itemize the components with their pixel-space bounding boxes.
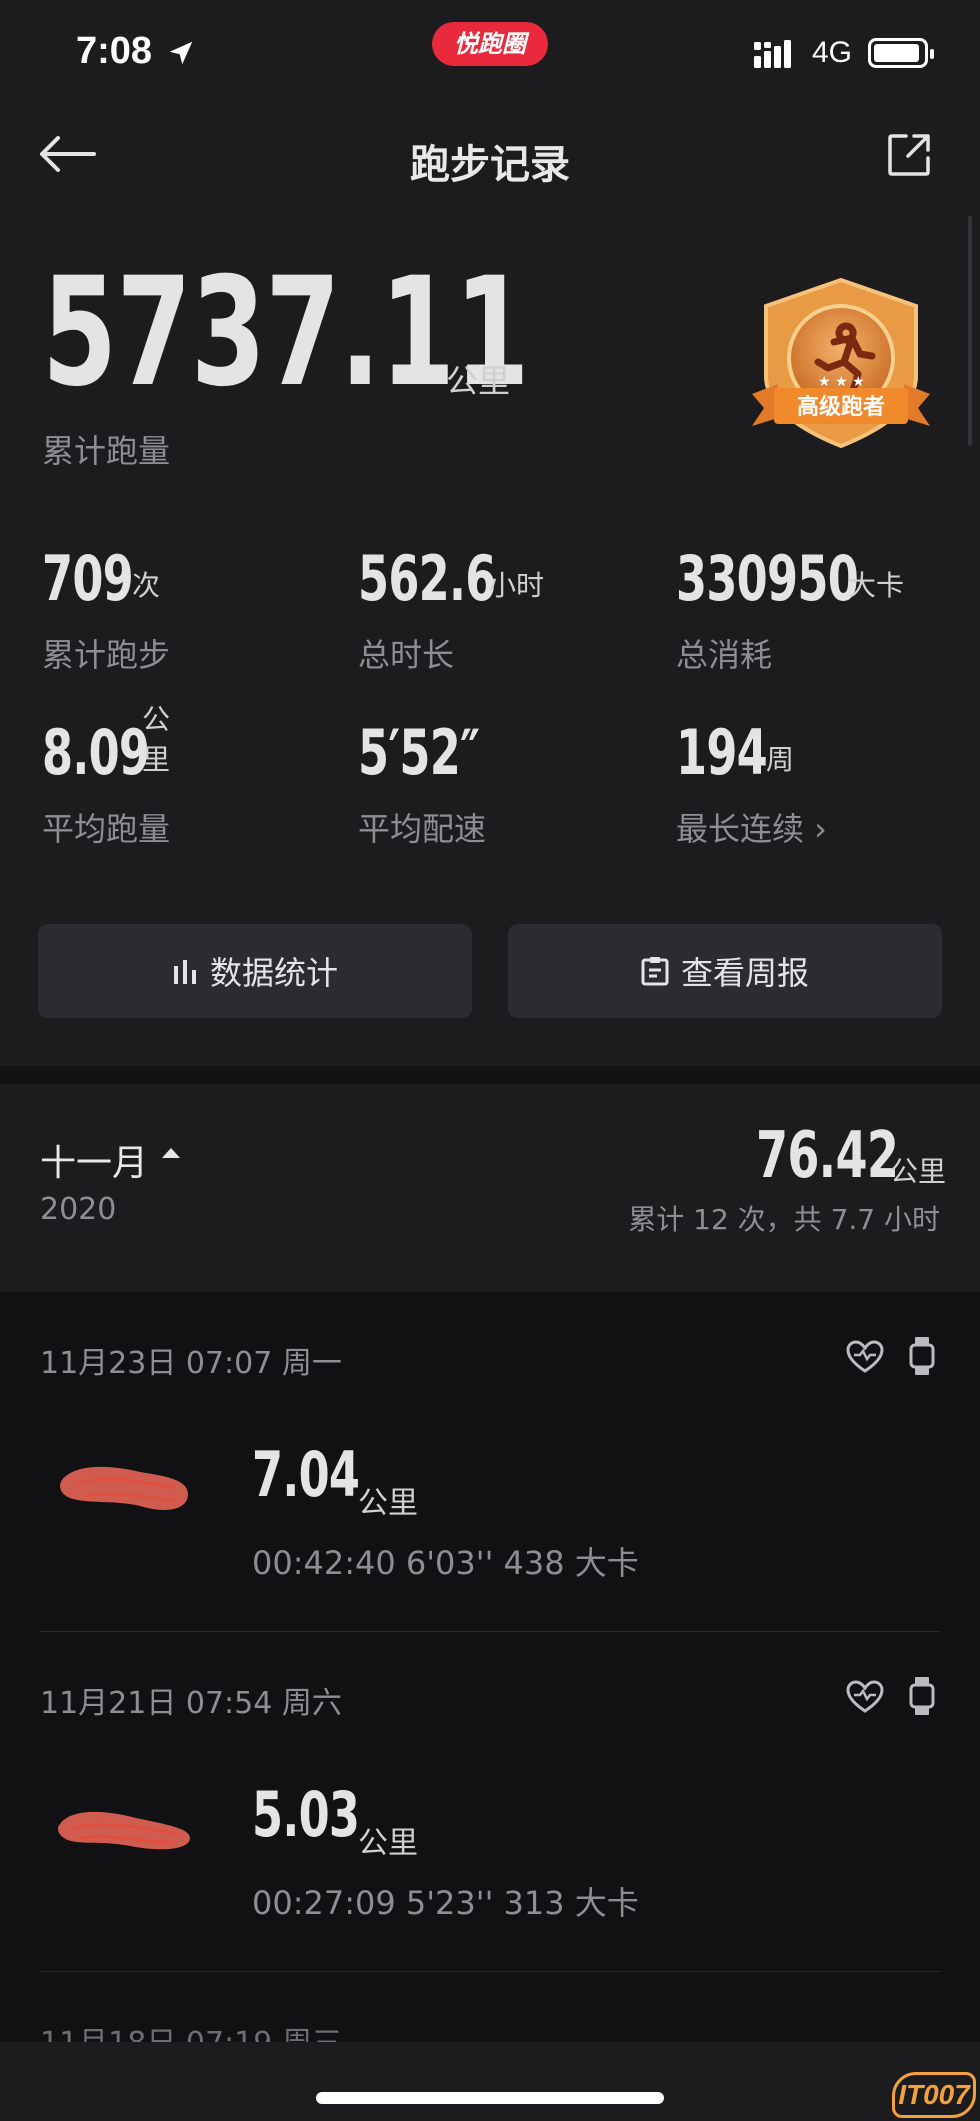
month-selector[interactable]: 十一月 (40, 1134, 148, 1186)
record-details: 00:27:09 5'23'' 313 大卡 (252, 1884, 639, 1922)
stat-unit: 公里 (142, 703, 171, 776)
record-separator (40, 1971, 940, 1972)
network-type: 4G (812, 36, 853, 69)
stat-longest-streak[interactable]: 194 周 最长连续 › (676, 716, 827, 849)
section-divider (0, 1066, 980, 1084)
stat-label: 平均配速 (358, 810, 487, 848)
stat-value: 562.6 (358, 542, 496, 615)
stat-value: 8.09 (42, 716, 150, 789)
stat-value: 709 (42, 542, 134, 615)
stat-value: 330950 (676, 542, 859, 615)
bar-chart-icon (173, 960, 196, 984)
heart-rate-icon (846, 1680, 884, 1713)
record-date: 11月23日 07:07 周一 (40, 1346, 342, 1381)
year-label: 2020 (40, 1192, 117, 1227)
caret-up-icon[interactable] (162, 1148, 180, 1158)
battery-icon (868, 38, 934, 68)
data-statistics-label: 数据统计 (209, 954, 338, 992)
month-summary-section: 十一月 2020 76.42 公里 累计 12 次，共 7.7 小时 (0, 1084, 980, 1292)
stat-total-time: 562.6 小时 总时长 (358, 542, 549, 675)
stat-total-calories: 330950 大卡 总消耗 (676, 542, 929, 675)
watermark-logo: IT007 (892, 2072, 976, 2118)
home-indicator[interactable] (316, 2092, 664, 2104)
signal-icon (754, 40, 791, 68)
stat-value: 194 (676, 716, 768, 789)
stat-label: 平均跑量 (42, 810, 171, 848)
total-distance-label: 累计跑量 (42, 432, 171, 470)
record-details: 00:42:40 6'03'' 438 大卡 (252, 1544, 639, 1582)
record-distance: 7.04 (252, 1438, 360, 1511)
list-item[interactable]: 11月21日 07:54 周六 5.03 公里 00:27:09 5'23'' … (0, 1632, 980, 1972)
nav-bar: 跑步记录 (0, 110, 980, 200)
route-map-icon (57, 1811, 191, 1850)
share-icon[interactable] (886, 132, 932, 178)
stat-unit: 次 (132, 569, 161, 602)
month-distance-unit: 公里 (890, 1155, 947, 1188)
watch-icon (909, 1337, 935, 1375)
stat-unit: 周 (766, 743, 795, 776)
svg-text:★ ★ ★: ★ ★ ★ (818, 374, 865, 390)
stat-label: 总消耗 (676, 636, 773, 674)
list-item[interactable]: 11月23日 07:07 周一 7.04 公里 00:42:40 6'03'' … (0, 1292, 980, 1632)
status-time: 7:08 (76, 30, 153, 72)
runner-level-badge-icon[interactable]: ★ ★ ★ 高级跑者 (748, 276, 934, 454)
stat-avg-pace: 5′52″ 平均配速 (358, 716, 526, 849)
record-distance-unit: 公里 (358, 1826, 418, 1861)
weekly-report-button[interactable]: 查看周报 (508, 924, 942, 1018)
stat-unit: 大卡 (848, 569, 905, 602)
stat-label: 累计跑步 (42, 636, 171, 674)
watch-icon (909, 1677, 935, 1715)
page-title: 跑步记录 (410, 142, 570, 188)
stat-label: 最长连续 › (676, 810, 827, 848)
stat-avg-distance: 8.09 公里 平均跑量 (42, 703, 191, 848)
app-indicator-pill[interactable]: 悦跑圈 (432, 22, 548, 66)
scrollbar[interactable] (968, 216, 972, 446)
badge-label: 高级跑者 (797, 394, 885, 420)
weekly-report-label: 查看周报 (680, 954, 809, 992)
heart-rate-icon (846, 1340, 884, 1373)
month-distance-value: 76.42 (756, 1119, 899, 1193)
total-distance-unit: 公里 (446, 362, 511, 400)
location-arrow-icon (169, 41, 193, 65)
record-date: 11月21日 07:54 周六 (40, 1686, 342, 1721)
stat-unit: 小时 (488, 569, 545, 602)
route-map-icon (60, 1466, 188, 1510)
record-distance: 5.03 (252, 1778, 360, 1851)
run-record-list: 11月23日 07:07 周一 7.04 公里 00:42:40 6'03'' … (0, 1292, 980, 2061)
stat-total-runs: 709 次 累计跑步 (42, 542, 170, 675)
record-distance-unit: 公里 (358, 1486, 418, 1521)
home-bar-area: IT007 (0, 2042, 980, 2121)
stat-label: 总时长 (358, 636, 455, 674)
data-statistics-button[interactable]: 数据统计 (38, 924, 472, 1018)
month-summary-text: 累计 12 次，共 7.7 小时 (628, 1203, 940, 1236)
clipboard-icon (641, 957, 669, 986)
stat-value: 5′52″ (358, 716, 480, 789)
status-bar: 7:08 悦跑圈 4G (0, 0, 980, 110)
